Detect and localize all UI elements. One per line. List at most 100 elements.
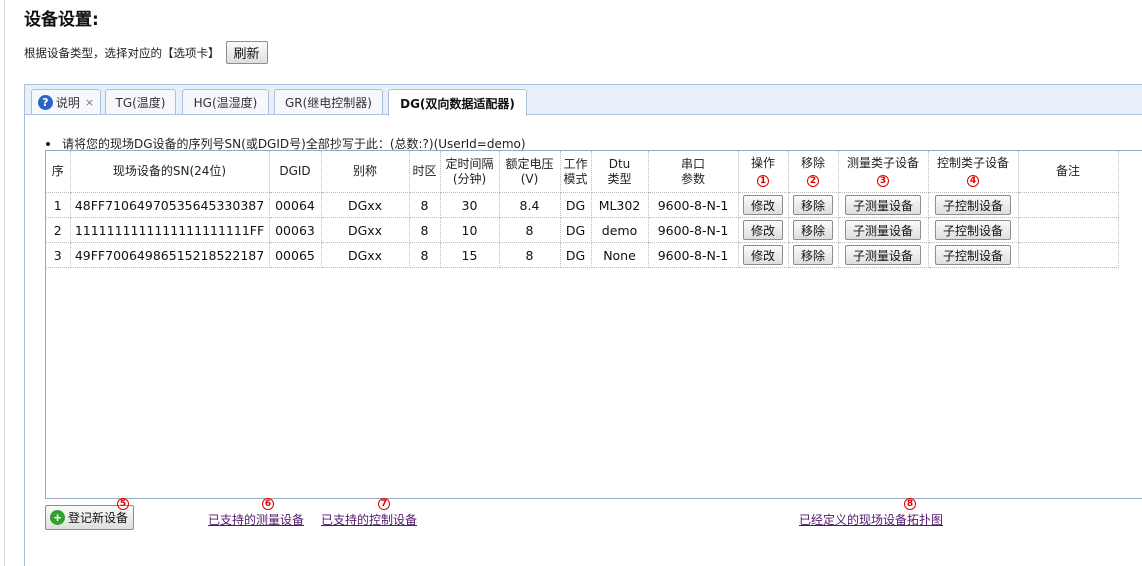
header-voltage: 额定电压 (V) bbox=[499, 151, 561, 193]
marker-6: 6 bbox=[262, 498, 274, 510]
header-sn: 现场设备的SN(24位) bbox=[70, 151, 270, 193]
cell-dgid: 00065 bbox=[269, 242, 322, 268]
tab-tg-label: TG(温度) bbox=[115, 95, 166, 110]
header-mode: 工作 模式 bbox=[560, 151, 592, 193]
header-timezone: 时区 bbox=[409, 151, 441, 193]
close-icon[interactable]: × bbox=[85, 96, 94, 109]
cell-alias: DGxx bbox=[321, 242, 410, 268]
header-remove: 移除 2 bbox=[788, 151, 839, 193]
cell-dtu: ML302 bbox=[591, 192, 649, 218]
device-topology-link[interactable]: 已经定义的现场设备拓扑图 bbox=[799, 511, 943, 528]
cell-remark bbox=[1018, 192, 1119, 218]
header-serial-line1: 串口 bbox=[680, 156, 705, 171]
tab-gr-label: GR(继电控制器) bbox=[284, 95, 372, 110]
table-header-row: 序 现场设备的SN(24位) DGID 别称 时区 定时间隔 (分钟) 额定电压(… bbox=[46, 151, 1119, 193]
header-voltage-line1: 额定电压 bbox=[505, 156, 554, 171]
marker-8: 8 bbox=[904, 498, 916, 510]
table-row: 2 1111111111111111111111FF 00063 DGxx 8 … bbox=[46, 217, 1119, 243]
cell-edit: 修改 bbox=[738, 217, 789, 243]
help-icon: ? bbox=[37, 94, 53, 110]
cell-remove: 移除 bbox=[788, 217, 839, 243]
cell-timezone: 8 bbox=[409, 192, 441, 218]
marker-7: 7 bbox=[378, 498, 390, 510]
cell-remark bbox=[1018, 242, 1119, 268]
header-operation: 操作 1 bbox=[738, 151, 789, 193]
table-row: 3 49FF70064986515218522187 00065 DGxx 8 … bbox=[46, 242, 1119, 268]
remove-button[interactable]: 移除 bbox=[792, 220, 833, 240]
cell-interval: 10 bbox=[440, 217, 500, 243]
marker-2: 2 bbox=[807, 175, 819, 187]
cell-remove: 移除 bbox=[788, 242, 839, 268]
cell-mode: DG bbox=[560, 217, 592, 243]
edit-button[interactable]: 修改 bbox=[742, 195, 783, 215]
tab-help-label: 说明 bbox=[55, 95, 80, 110]
cell-serial: 9600-8-N-1 bbox=[648, 242, 739, 268]
cell-mode: DG bbox=[560, 192, 592, 218]
cell-alias: DGxx bbox=[321, 192, 410, 218]
hint-text: 根据设备类型，选择对应的【选项卡】 bbox=[24, 45, 220, 60]
cell-remark bbox=[1018, 217, 1119, 243]
sub-measure-button[interactable]: 子测量设备 bbox=[844, 245, 921, 265]
header-serial-line2: 参数 bbox=[680, 171, 705, 186]
header-serial: 串口 参数 bbox=[648, 151, 739, 193]
tab-dg[interactable]: DG(双向数据适配器) bbox=[388, 89, 527, 116]
sub-measure-button[interactable]: 子测量设备 bbox=[844, 220, 921, 240]
tab-hg[interactable]: HG(温湿度) bbox=[182, 89, 269, 114]
cell-serial: 9600-8-N-1 bbox=[648, 217, 739, 243]
cell-timezone: 8 bbox=[409, 217, 441, 243]
cell-voltage: 8 bbox=[499, 217, 561, 243]
header-seq: 序 bbox=[46, 151, 71, 193]
marker-5: 5 bbox=[117, 498, 129, 510]
marker-3: 3 bbox=[877, 175, 889, 187]
remove-button[interactable]: 移除 bbox=[792, 195, 833, 215]
bullet bbox=[46, 141, 50, 146]
cell-dgid: 00064 bbox=[269, 192, 322, 218]
edit-button[interactable]: 修改 bbox=[742, 245, 783, 265]
cell-voltage: 8.4 bbox=[499, 192, 561, 218]
cell-timezone: 8 bbox=[409, 242, 441, 268]
header-alias: 别称 bbox=[321, 151, 410, 193]
header-interval-line2: (分钟) bbox=[452, 171, 487, 186]
cell-sub-control: 子控制设备 bbox=[928, 242, 1019, 268]
header-interval-line1: 定时间隔 bbox=[445, 156, 494, 171]
cell-mode: DG bbox=[560, 242, 592, 268]
tab-help[interactable]: ? 说明 × bbox=[31, 89, 101, 114]
cell-remove: 移除 bbox=[788, 192, 839, 218]
remove-button[interactable]: 移除 bbox=[792, 245, 833, 265]
cell-sub-measure: 子测量设备 bbox=[838, 192, 929, 218]
tab-tg[interactable]: TG(温度) bbox=[105, 89, 176, 114]
header-interval: 定时间隔 (分钟) bbox=[440, 151, 500, 193]
cell-interval: 30 bbox=[440, 192, 500, 218]
header-mode-line1: 工作 bbox=[563, 156, 588, 171]
header-dtu: Dtu 类型 bbox=[591, 151, 649, 193]
header-sub-control: 控制类子设备 4 bbox=[928, 151, 1019, 193]
refresh-button[interactable]: 刷新 bbox=[225, 41, 268, 64]
cell-sn: 48FF71064970535645330387 bbox=[70, 192, 270, 218]
cell-alias: DGxx bbox=[321, 217, 410, 243]
hint-row: 根据设备类型，选择对应的【选项卡】 刷新 bbox=[24, 41, 268, 64]
cell-sn: 49FF70064986515218522187 bbox=[70, 242, 270, 268]
tab-gr[interactable]: GR(继电控制器) bbox=[274, 89, 383, 114]
tab-bar: ? 说明 × TG(温度) HG(温湿度) GR(继电控制器) DG(双向数据适… bbox=[24, 84, 1142, 116]
edit-button[interactable]: 修改 bbox=[742, 220, 783, 240]
marker-4: 4 bbox=[967, 175, 979, 187]
header-dgid: DGID bbox=[269, 151, 322, 193]
cell-sub-measure: 子测量设备 bbox=[838, 217, 929, 243]
supported-control-devices-link[interactable]: 已支持的控制设备 bbox=[321, 511, 417, 528]
sub-control-button[interactable]: 子控制设备 bbox=[934, 195, 1011, 215]
header-dtu-line1: Dtu bbox=[608, 156, 631, 171]
header-sub-measure-label: 测量类子设备 bbox=[846, 156, 919, 170]
tab-hg-label: HG(温湿度) bbox=[193, 95, 258, 110]
cell-seq: 2 bbox=[46, 217, 71, 243]
sub-measure-button[interactable]: 子测量设备 bbox=[844, 195, 921, 215]
header-remark: 备注 bbox=[1018, 151, 1119, 193]
sub-control-button[interactable]: 子控制设备 bbox=[934, 220, 1011, 240]
tab-dg-label: DG(双向数据适配器) bbox=[400, 96, 515, 111]
page-title: 设备设置: bbox=[24, 10, 99, 30]
register-device-label: 登记新设备 bbox=[68, 511, 129, 525]
supported-measure-devices-link[interactable]: 已支持的测量设备 bbox=[208, 511, 304, 528]
cell-sub-control: 子控制设备 bbox=[928, 217, 1019, 243]
header-sub-control-label: 控制类子设备 bbox=[936, 156, 1009, 170]
header-sub-measure: 测量类子设备 3 bbox=[838, 151, 929, 193]
sub-control-button[interactable]: 子控制设备 bbox=[934, 245, 1011, 265]
